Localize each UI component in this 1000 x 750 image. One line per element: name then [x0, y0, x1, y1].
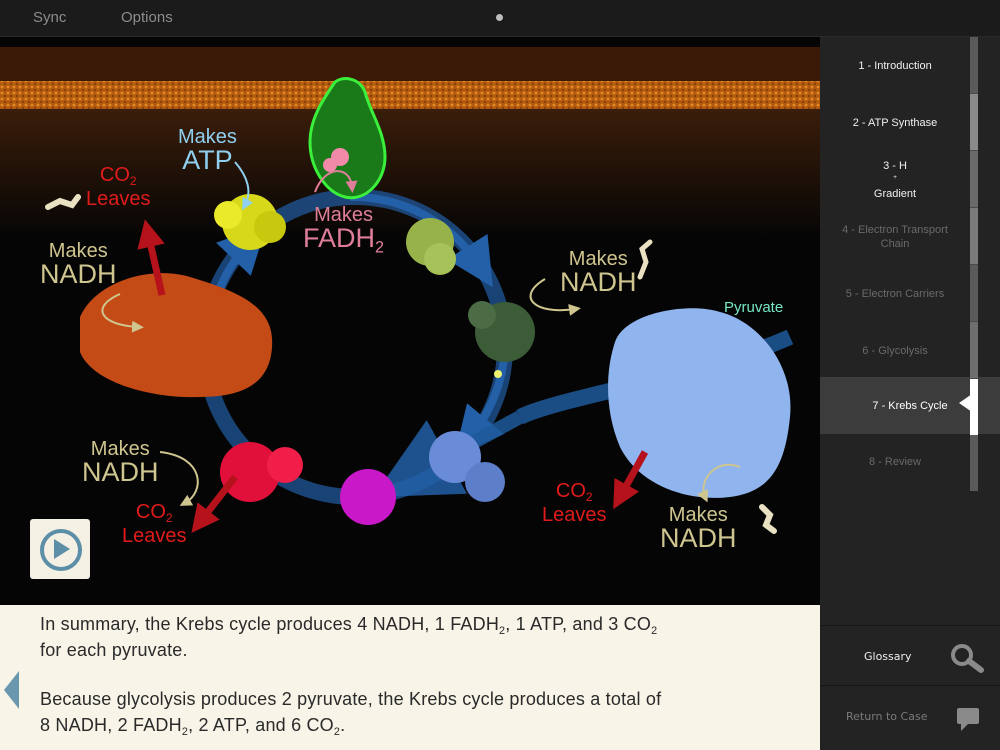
chapter-progress-track: [970, 37, 978, 491]
co2-leaves-label-bottom-left: CO2 Leaves: [122, 501, 187, 547]
previous-page-arrow-icon[interactable]: [4, 671, 19, 709]
sidebar-divider: [820, 625, 1000, 626]
makes-fadh2-label: Makes FADH2: [303, 204, 385, 257]
chapter-sidebar: 1 - Introduction 2 - ATP Synthase 3 - H +…: [820, 37, 1000, 750]
sidebar-item-introduction[interactable]: 1 - Introduction: [820, 37, 970, 94]
top-toolbar: Sync Options: [0, 0, 1000, 37]
summary-panel: In summary, the Krebs cycle produces 4 N…: [0, 605, 820, 750]
progress-segment: [970, 37, 978, 93]
progress-segment: [970, 94, 978, 150]
pyruvate-label: Pyruvate: [724, 299, 784, 316]
glossary-button[interactable]: Glossary: [864, 650, 912, 663]
co2-leaves-label-top: CO2 Leaves: [86, 164, 151, 210]
summary-paragraph-1: In summary, the Krebs cycle produces 4 N…: [40, 614, 658, 660]
makes-nadh-label-left-bottom: Makes NADH: [82, 438, 159, 487]
sidebar-item-review[interactable]: 8 - Review: [820, 433, 970, 490]
co2-leaves-label-bottom-right: CO2 Leaves: [542, 480, 607, 526]
makes-nadh-label-right-bottom: Makes NADH: [660, 504, 737, 553]
sync-button[interactable]: Sync: [33, 9, 66, 26]
active-chapter-pointer-icon: [959, 394, 972, 412]
makes-atp-label: Makes ATP: [178, 126, 237, 175]
search-icon[interactable]: [948, 643, 986, 673]
progress-segment: [970, 322, 978, 378]
options-button[interactable]: Options: [121, 9, 173, 26]
play-button[interactable]: [30, 519, 90, 579]
sidebar-item-electron-transport-chain[interactable]: 4 - Electron Transport Chain: [820, 208, 970, 265]
play-triangle-icon: [54, 539, 70, 559]
progress-segment: [970, 435, 978, 491]
sidebar-item-atp-synthase[interactable]: 2 - ATP Synthase: [820, 94, 970, 151]
progress-segment: [970, 265, 978, 321]
progress-segment: [970, 151, 978, 207]
krebs-cycle-diagram: Makes ATP Makes FADH2 CO2 Leaves Makes N…: [0, 37, 820, 605]
summary-paragraph-2: Because glycolysis produces 2 pyruvate, …: [40, 689, 662, 738]
makes-nadh-label-right: Makes NADH: [560, 248, 637, 297]
sidebar-item-glycolysis[interactable]: 6 - Glycolysis: [820, 322, 970, 379]
progress-segment: [970, 208, 978, 264]
makes-nadh-label-left-top: Makes NADH: [40, 240, 117, 289]
sidebar-item-h-gradient[interactable]: 3 - H + Gradient: [820, 151, 970, 208]
sidebar-divider: [820, 685, 1000, 686]
page-indicator-dot: [496, 14, 503, 21]
return-to-case-button[interactable]: Return to Case: [846, 710, 927, 723]
speech-bubble-icon[interactable]: [956, 707, 982, 733]
sidebar-item-electron-carriers[interactable]: 5 - Electron Carriers: [820, 265, 970, 322]
